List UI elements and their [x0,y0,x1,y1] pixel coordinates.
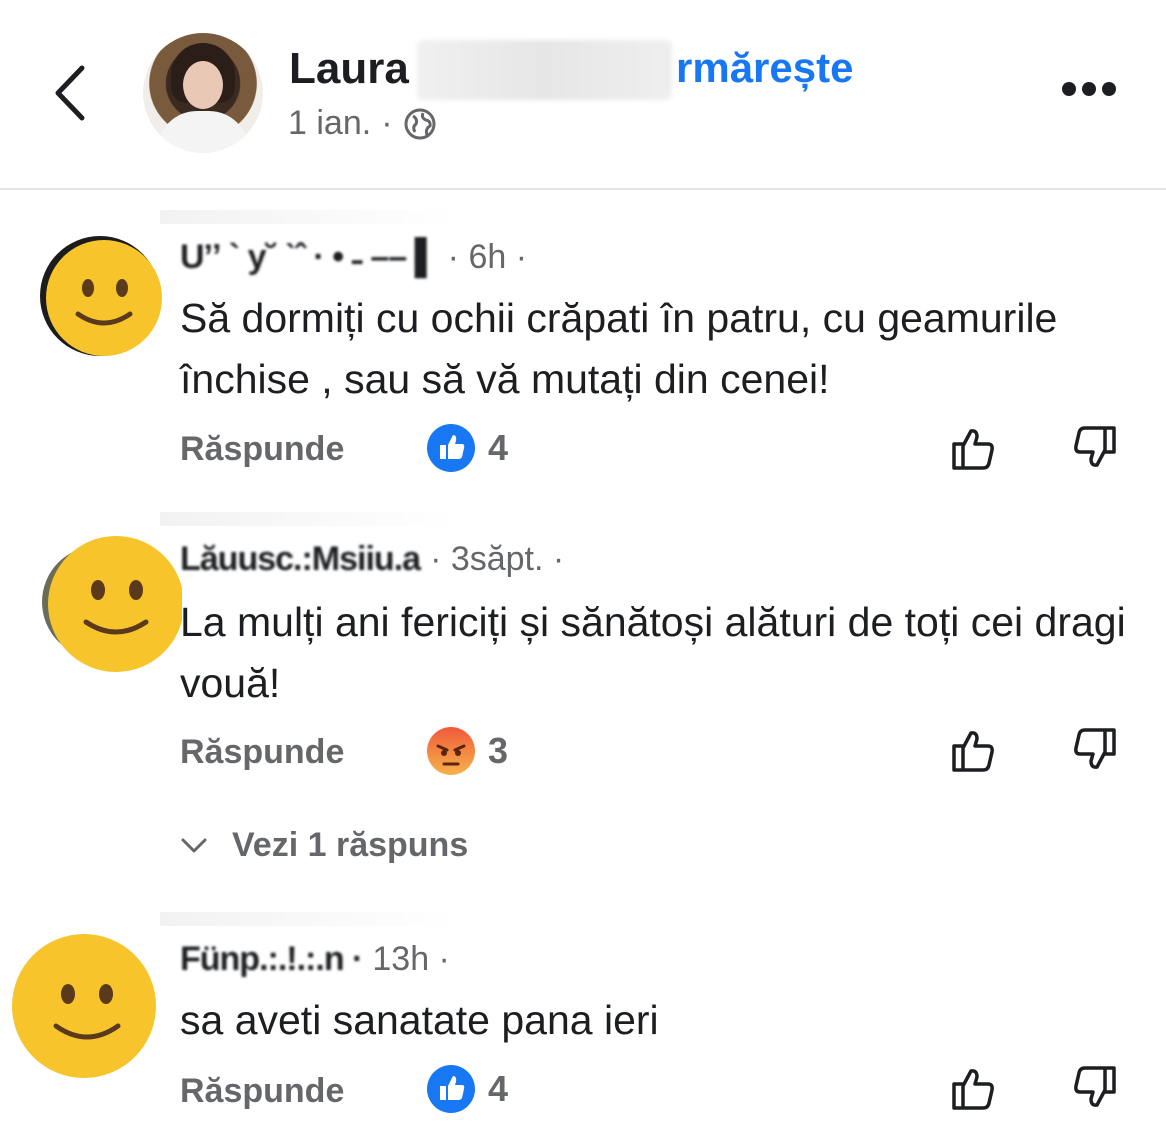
fade-strip [160,512,460,526]
smiling-face-emoji[interactable] [36,530,182,676]
dislike-button[interactable] [1068,422,1120,474]
author-avatar[interactable] [143,33,263,153]
like-reaction-icon [427,1065,475,1113]
like-reaction-icon [427,424,475,472]
thumbs-up-outline-icon [952,731,994,772]
fade-strip [160,210,460,224]
redacted-name-blur [417,40,672,100]
angry-reaction-icon [427,727,475,775]
post-meta: 1 ian. · [288,104,437,143]
more-dot [1062,82,1076,96]
thumbs-up-outline-icon [952,1069,994,1110]
post-header: Laura rmărește 1 ian. · [0,0,1166,190]
more-dot [1102,82,1116,96]
smiling-face-emoji[interactable] [10,932,158,1080]
comment-text: Să dormiți cu ochii crăpati în patru, cu… [180,295,1058,402]
comment-text: sa aveti sanatate pana ieri [180,997,659,1043]
thumbs-down-outline-icon [1074,1066,1116,1107]
reaction-summary[interactable]: 4 [426,1064,508,1114]
thumbs-up-outline-icon [952,429,994,470]
more-dot [1082,82,1096,96]
follow-button[interactable]: rmărește [676,44,853,92]
comment-time: 13h · [372,940,450,978]
thumbs-down-outline-icon [1074,426,1116,467]
reply-button[interactable]: Răspunde [180,1072,344,1111]
commenter-name[interactable]: Lăuusc.:Msiiu.a [180,540,421,579]
view-replies-label: Vezi 1 răspuns [232,826,469,864]
comment-text: La mulți ani fericiți și sănătoși alătur… [180,599,1126,706]
chevron-left-icon [55,65,85,121]
chevron-down-icon [181,838,207,852]
back-button[interactable] [48,58,98,128]
like-button[interactable] [948,1062,1000,1114]
comment-time: · 6h · [447,238,528,276]
reaction-count: 4 [488,427,509,468]
author-name[interactable]: Laura [289,44,409,94]
commenter-name[interactable]: Fünp.:.!.:.n · [180,940,363,979]
reaction-count: 3 [488,730,509,771]
like-button[interactable] [948,724,1000,776]
like-button[interactable] [948,422,1000,474]
view-replies-button[interactable]: Vezi 1 răspuns [180,826,468,865]
post-date: 1 ian. [288,104,372,142]
reaction-summary[interactable]: 3 [426,726,508,776]
reply-button[interactable]: Răspunde [180,733,344,772]
dislike-button[interactable] [1068,724,1120,776]
reply-button[interactable]: Răspunde [180,430,344,469]
reaction-count: 4 [488,1068,509,1109]
comment-time: · 3săpt. · [430,540,565,578]
reaction-summary[interactable]: 4 [426,423,508,473]
dislike-button[interactable] [1068,1062,1120,1114]
comment-header: Fünp.:.!.:.n · 13h · [180,940,450,979]
globe-icon [404,108,436,139]
smiling-face-emoji[interactable] [36,232,164,360]
meta-separator: · [381,104,393,142]
commenter-name[interactable]: U’ʼ ` y˘ ˋˆ · • ˗ –– ▌ [180,238,439,277]
fade-strip [160,912,460,926]
comment-header: U’ʼ ` y˘ ˋˆ · • ˗ –– ▌ · 6h · [180,238,527,277]
comment-header: Lăuusc.:Msiiu.a · 3săpt. · [180,540,564,579]
thumbs-down-outline-icon [1074,728,1116,769]
more-options-button[interactable] [1062,82,1124,106]
